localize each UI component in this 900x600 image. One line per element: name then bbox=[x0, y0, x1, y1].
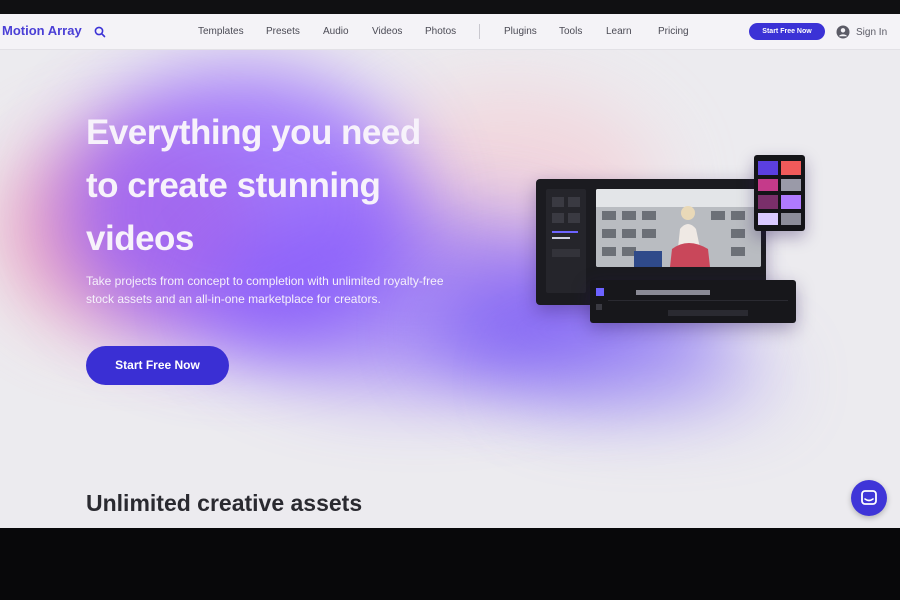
chat-icon[interactable] bbox=[851, 480, 887, 516]
editor-timeline bbox=[590, 280, 796, 323]
nav-link-plugins[interactable]: Plugins bbox=[504, 26, 537, 37]
nav-link-learn[interactable]: Learn bbox=[606, 26, 632, 37]
nav-link-tools[interactable]: Tools bbox=[559, 26, 582, 37]
top-navbar: Motion Array Templates Presets Audio Vid… bbox=[0, 14, 900, 50]
hero-start-free-button[interactable]: Start Free Now bbox=[86, 346, 229, 385]
monitor-bezel-top bbox=[0, 0, 900, 14]
search-icon[interactable] bbox=[92, 24, 108, 40]
gradient-blob bbox=[520, 350, 780, 410]
monitor-bezel-bottom bbox=[0, 528, 900, 600]
brand-logo[interactable]: Motion Array bbox=[2, 23, 82, 38]
user-circle-icon bbox=[836, 25, 850, 39]
hero-subtext: Take projects from concept to completion… bbox=[86, 274, 444, 306]
headline-line: Everything you need bbox=[86, 113, 421, 152]
asset-grid-mockup bbox=[754, 155, 805, 231]
nav-link-pricing[interactable]: Pricing bbox=[658, 26, 689, 37]
sign-in-label: Sign In bbox=[856, 26, 888, 38]
nav-start-free-button[interactable]: Start Free Now bbox=[749, 23, 825, 40]
nav-link-audio[interactable]: Audio bbox=[323, 26, 349, 37]
nav-link-photos[interactable]: Photos bbox=[425, 26, 456, 37]
nav-link-templates[interactable]: Templates bbox=[198, 26, 244, 37]
section-title: Unlimited creative assets bbox=[86, 490, 363, 516]
sign-in-link[interactable]: Sign In bbox=[836, 24, 887, 40]
browser-viewport: Motion Array Templates Presets Audio Vid… bbox=[0, 14, 900, 528]
nav-link-videos[interactable]: Videos bbox=[372, 26, 402, 37]
headline-line: videos bbox=[86, 219, 194, 258]
editor-sidebar bbox=[546, 189, 586, 293]
headline-line: to create stunning bbox=[86, 166, 381, 205]
video-preview bbox=[596, 189, 761, 267]
nav-link-presets[interactable]: Presets bbox=[266, 26, 300, 37]
hero-headline: Everything you need to create stunning v… bbox=[86, 106, 506, 265]
nav-divider bbox=[479, 24, 480, 39]
